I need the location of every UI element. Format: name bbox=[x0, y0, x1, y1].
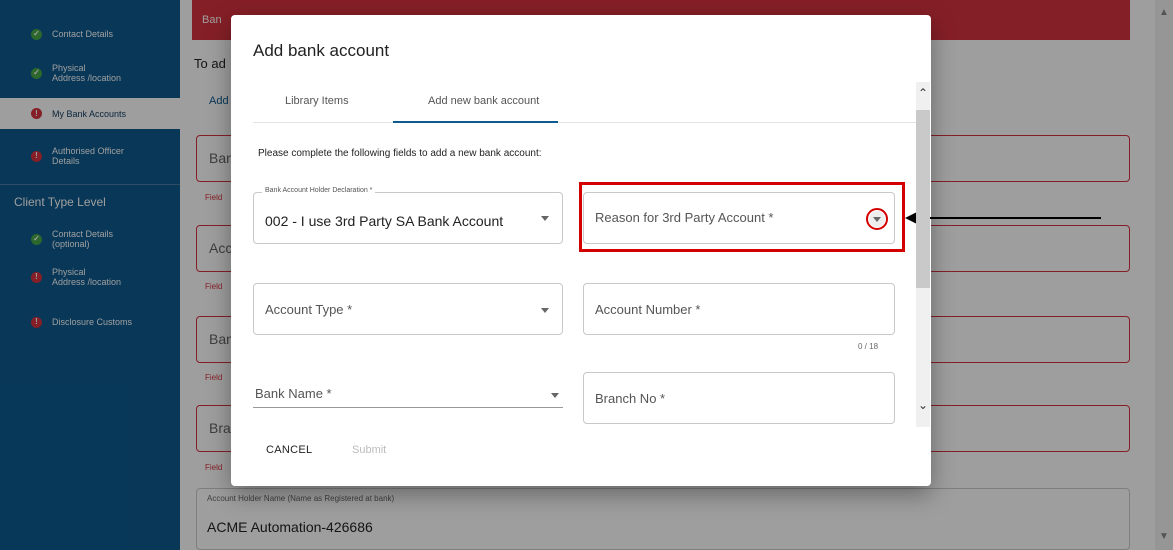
chevron-down-icon bbox=[541, 216, 549, 221]
declaration-label: Bank Account Holder Declaration * bbox=[262, 187, 376, 194]
submit-button[interactable]: Submit bbox=[352, 444, 386, 456]
tab-library-items[interactable]: Library Items bbox=[285, 95, 349, 107]
active-tab-indicator bbox=[393, 121, 558, 123]
account-type-placeholder: Account Type * bbox=[265, 302, 353, 317]
cancel-button[interactable]: CANCEL bbox=[266, 444, 312, 456]
chevron-down-icon bbox=[541, 308, 549, 313]
branch-no-placeholder: Branch No * bbox=[595, 391, 666, 406]
bank-name-select[interactable]: Bank Name * bbox=[253, 372, 563, 408]
dialog-title: Add bank account bbox=[253, 41, 390, 60]
bank-account-holder-declaration-select[interactable]: Bank Account Holder Declaration * 002 - … bbox=[253, 187, 563, 244]
account-number-input[interactable]: Account Number * bbox=[583, 283, 895, 335]
chevron-down-icon[interactable]: ⌄ bbox=[918, 398, 928, 412]
account-type-select[interactable]: Account Type * bbox=[253, 283, 563, 335]
declaration-value: 002 - I use 3rd Party SA Bank Account bbox=[265, 213, 504, 229]
annotation-highlight-box bbox=[579, 182, 905, 252]
annotation-circle bbox=[866, 208, 888, 230]
instructions-text: Please complete the following fields to … bbox=[258, 148, 542, 159]
annotation-arrow-line bbox=[918, 217, 1101, 219]
dialog-tabs: Library Items Add new bank account bbox=[253, 89, 923, 123]
account-number-counter: 0 / 18 bbox=[858, 342, 879, 351]
tab-add-new-bank-account[interactable]: Add new bank account bbox=[428, 95, 539, 107]
chevron-up-icon[interactable]: ⌃ bbox=[918, 86, 928, 100]
account-number-placeholder: Account Number * bbox=[595, 302, 701, 317]
branch-no-input[interactable]: Branch No * bbox=[583, 372, 895, 424]
chevron-down-icon bbox=[551, 393, 559, 398]
bank-name-placeholder: Bank Name * bbox=[255, 386, 332, 401]
dialog-scrollbar-thumb[interactable] bbox=[916, 110, 930, 288]
